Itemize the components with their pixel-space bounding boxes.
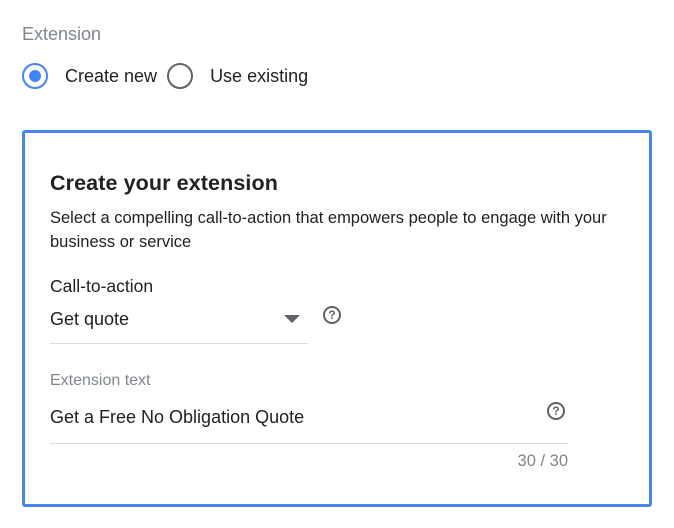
- extension-section-label: Extension: [22, 24, 102, 44]
- radio-unchecked-icon[interactable]: [167, 63, 194, 89]
- card-description: Select a compelling call-to-action that …: [50, 209, 607, 251]
- create-extension-card: Create your extension Select a compellin…: [22, 130, 652, 507]
- radio-option-use-existing[interactable]: Use existing: [167, 63, 308, 89]
- character-counter: 30 / 30: [517, 452, 568, 470]
- radio-label-use-existing: Use existing: [210, 66, 309, 86]
- extension-mode-radio-group: Create new Use existing: [22, 60, 308, 92]
- radio-checked-icon[interactable]: [22, 63, 48, 89]
- dropdown-arrow-icon: [284, 315, 300, 323]
- extension-text-field[interactable]: Extension text: [50, 371, 568, 444]
- card-title: Create your extension: [50, 171, 278, 195]
- call-to-action-select[interactable]: Get quote: [50, 303, 308, 344]
- help-circle-icon[interactable]: ?: [323, 306, 341, 324]
- extension-text-input[interactable]: [50, 405, 530, 429]
- radio-option-create-new[interactable]: Create new: [22, 63, 157, 89]
- call-to-action-value: Get quote: [50, 309, 130, 329]
- extension-text-label: Extension text: [50, 372, 151, 389]
- call-to-action-label: Call-to-action: [50, 276, 154, 296]
- radio-label-create-new: Create new: [65, 66, 158, 86]
- help-circle-icon[interactable]: ?: [547, 402, 565, 420]
- extension-editor: Extension Create new Use existing Create…: [0, 0, 674, 528]
